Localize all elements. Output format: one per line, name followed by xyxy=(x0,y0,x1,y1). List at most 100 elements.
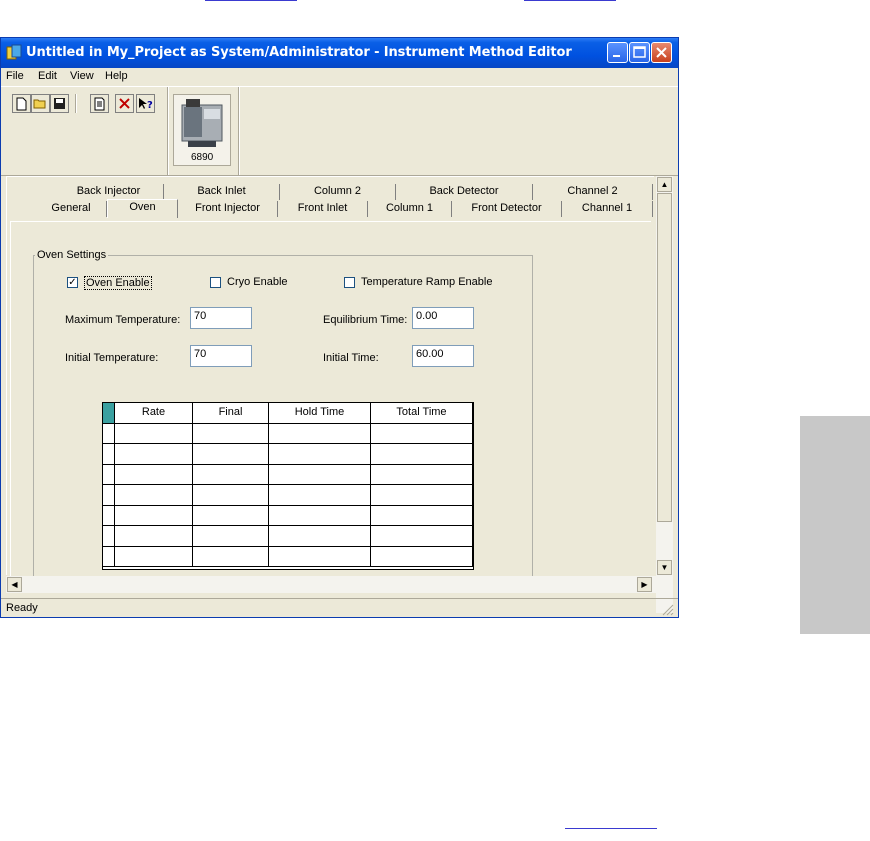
table-cell[interactable] xyxy=(193,423,269,444)
help-icon: ? xyxy=(139,97,153,111)
app-icon xyxy=(6,44,22,60)
vertical-scroll-thumb[interactable] xyxy=(657,193,672,522)
vertical-scrollbar[interactable]: ▲ ▼ xyxy=(656,176,673,613)
table-cell[interactable] xyxy=(115,423,193,444)
table-header-rate[interactable]: Rate xyxy=(115,403,193,424)
status-bar: Ready xyxy=(1,598,678,618)
close-button[interactable] xyxy=(651,42,672,63)
tab-general[interactable]: General xyxy=(36,201,107,217)
table-cell[interactable] xyxy=(371,546,473,567)
table-header-final[interactable]: Final xyxy=(193,403,269,424)
table-cell[interactable] xyxy=(115,526,193,547)
table-header-hold-time[interactable]: Hold Time xyxy=(269,403,371,424)
save-icon xyxy=(54,98,65,109)
tab-front-injector[interactable]: Front Injector xyxy=(178,201,278,217)
table-cell[interactable] xyxy=(371,485,473,506)
close-icon xyxy=(656,47,667,58)
top-link-underline-right[interactable] xyxy=(524,0,616,1)
table-row-header[interactable] xyxy=(103,423,115,444)
table-cell[interactable] xyxy=(193,505,269,526)
new-button[interactable] xyxy=(12,94,31,113)
top-link-underline-left[interactable] xyxy=(205,0,297,1)
open-icon xyxy=(33,99,46,109)
menu-view[interactable]: View xyxy=(70,70,94,82)
table-row-header[interactable] xyxy=(103,546,115,567)
table-cell[interactable] xyxy=(115,505,193,526)
table-cell[interactable] xyxy=(115,485,193,506)
table-cell[interactable] xyxy=(269,485,371,506)
tab-back-inlet[interactable]: Back Inlet xyxy=(164,184,280,200)
toolbar-separator xyxy=(75,94,77,113)
table-row-header[interactable] xyxy=(103,485,115,506)
menu-help[interactable]: Help xyxy=(105,70,128,82)
page-margin-tab xyxy=(800,416,870,634)
table-cell[interactable] xyxy=(371,444,473,465)
cryo-enable-label[interactable]: Cryo Enable xyxy=(227,276,288,288)
scroll-down-button[interactable]: ▼ xyxy=(657,560,672,575)
table-cell[interactable] xyxy=(269,546,371,567)
cryo-enable-checkbox[interactable] xyxy=(210,277,221,288)
table-row-header[interactable] xyxy=(103,444,115,465)
oven-enable-checkbox[interactable]: ✓ xyxy=(67,277,78,288)
table-cell[interactable] xyxy=(269,423,371,444)
table-cell[interactable] xyxy=(269,464,371,485)
table-cell[interactable] xyxy=(371,526,473,547)
maximize-icon xyxy=(633,46,646,58)
table-cell[interactable] xyxy=(269,444,371,465)
minimize-button[interactable] xyxy=(607,42,628,63)
bottom-link-underline[interactable] xyxy=(565,828,657,829)
equilibrium-time-input[interactable]: 0.00 xyxy=(412,307,474,329)
scroll-left-button[interactable]: ◀ xyxy=(7,577,22,592)
initial-temperature-input[interactable]: 70 xyxy=(190,345,252,367)
table-cell[interactable] xyxy=(193,485,269,506)
tab-channel-2[interactable]: Channel 2 xyxy=(533,184,653,200)
tab-front-inlet[interactable]: Front Inlet xyxy=(278,201,368,217)
tab-column-1[interactable]: Column 1 xyxy=(368,201,452,217)
instrument-6890-button[interactable]: 6890 xyxy=(173,94,231,166)
menu-file[interactable]: File xyxy=(6,70,24,82)
context-help-button[interactable]: ? xyxy=(136,94,155,113)
open-button[interactable] xyxy=(31,94,50,113)
table-cell[interactable] xyxy=(269,526,371,547)
oven-enable-label[interactable]: Oven Enable xyxy=(84,276,152,290)
maximum-temperature-input[interactable]: 70 xyxy=(190,307,252,329)
table-cell[interactable] xyxy=(115,464,193,485)
maximize-button[interactable] xyxy=(629,42,650,63)
initial-time-input[interactable]: 60.00 xyxy=(412,345,474,367)
report-button[interactable] xyxy=(90,94,109,113)
table-cell[interactable] xyxy=(193,464,269,485)
save-button[interactable] xyxy=(50,94,69,113)
table-row-header[interactable] xyxy=(103,526,115,547)
scroll-right-button[interactable]: ▶ xyxy=(637,577,652,592)
tab-front-detector[interactable]: Front Detector xyxy=(452,201,562,217)
table-cell[interactable] xyxy=(115,546,193,567)
oven-ramp-table[interactable]: Rate Final Hold Time Total Time xyxy=(102,402,474,570)
tab-back-injector[interactable]: Back Injector xyxy=(54,184,164,200)
title-bar[interactable]: Untitled in My_Project as System/Adminis… xyxy=(1,38,678,68)
tab-channel-1[interactable]: Channel 1 xyxy=(562,201,653,217)
table-row-header[interactable] xyxy=(103,505,115,526)
table-cell[interactable] xyxy=(193,546,269,567)
resize-grip-icon[interactable] xyxy=(662,604,674,616)
table-row-header[interactable] xyxy=(103,464,115,485)
temperature-ramp-enable-checkbox[interactable] xyxy=(344,277,355,288)
table-corner-icon[interactable] xyxy=(103,403,115,424)
table-cell[interactable] xyxy=(115,444,193,465)
tab-back-detector[interactable]: Back Detector xyxy=(396,184,533,200)
tab-column-2[interactable]: Column 2 xyxy=(280,184,396,200)
menu-edit[interactable]: Edit xyxy=(38,70,57,82)
table-cell[interactable] xyxy=(193,526,269,547)
table-header-total-time[interactable]: Total Time xyxy=(371,403,473,424)
temperature-ramp-enable-label[interactable]: Temperature Ramp Enable xyxy=(361,276,492,288)
table-cell[interactable] xyxy=(371,464,473,485)
horizontal-scrollbar[interactable]: ◀ ▶ xyxy=(6,576,656,593)
oven-settings-label: Oven Settings xyxy=(35,249,109,261)
tab-oven[interactable]: Oven xyxy=(107,199,178,218)
scroll-up-button[interactable]: ▲ xyxy=(657,177,672,192)
table-cell[interactable] xyxy=(193,444,269,465)
table-cell[interactable] xyxy=(371,505,473,526)
table-cell[interactable] xyxy=(371,423,473,444)
delete-button[interactable] xyxy=(115,94,134,113)
table-cell[interactable] xyxy=(269,505,371,526)
new-icon xyxy=(16,97,27,110)
